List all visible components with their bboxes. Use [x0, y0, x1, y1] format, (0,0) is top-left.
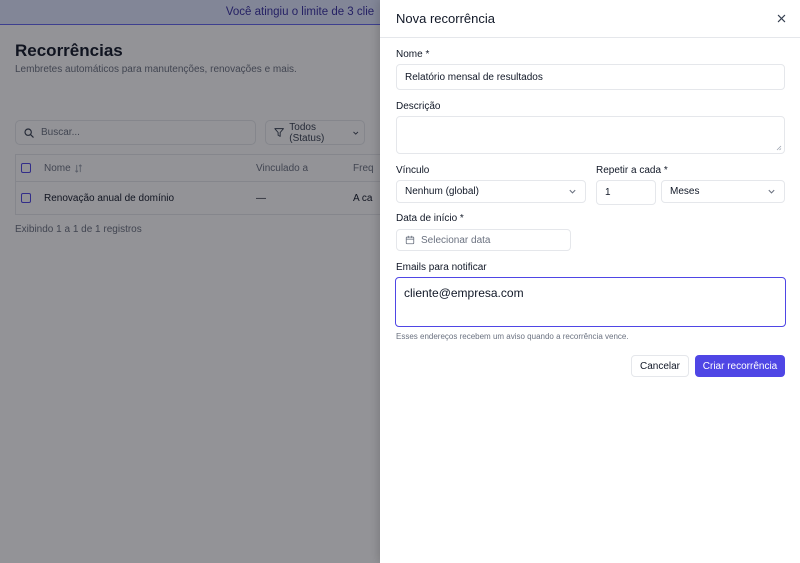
emails-value: cliente@empresa.com: [404, 286, 524, 300]
drawer-header: Nova recorrência: [380, 0, 800, 38]
repeat-label: Repetir a cada *: [596, 165, 668, 176]
name-label: Nome *: [396, 49, 430, 60]
repeat-unit-value: Meses: [670, 186, 700, 197]
create-recurrence-button[interactable]: Criar recorrência: [695, 355, 785, 377]
link-value: Nenhum (global): [405, 186, 479, 197]
link-label: Vínculo: [396, 165, 430, 176]
new-recurrence-drawer: Nova recorrência Nome * Relatório mensal…: [380, 0, 800, 563]
close-icon: [777, 14, 785, 23]
drawer-title: Nova recorrência: [396, 11, 495, 26]
emails-textarea[interactable]: cliente@empresa.com: [395, 277, 786, 327]
name-input[interactable]: Relatório mensal de resultados: [396, 64, 785, 90]
chevron-down-icon: [768, 189, 775, 194]
description-textarea[interactable]: [396, 116, 785, 154]
start-date-placeholder: Selecionar data: [421, 234, 491, 246]
description-label: Descrição: [396, 101, 441, 112]
close-button[interactable]: [774, 12, 788, 26]
repeat-interval-value: 1: [605, 187, 611, 198]
link-select[interactable]: Nenhum (global): [396, 180, 586, 203]
resize-handle-icon[interactable]: [776, 145, 782, 151]
calendar-icon: [405, 235, 415, 245]
emails-hint: Esses endereços recebem um aviso quando …: [396, 332, 629, 341]
name-value: Relatório mensal de resultados: [405, 71, 543, 83]
emails-label: Emails para notificar: [396, 262, 487, 273]
repeat-interval-input[interactable]: 1: [596, 180, 656, 205]
chevron-down-icon: [569, 189, 576, 194]
start-date-label: Data de início *: [396, 213, 464, 224]
repeat-unit-select[interactable]: Meses: [661, 180, 785, 203]
cancel-button[interactable]: Cancelar: [631, 355, 689, 377]
start-date-picker[interactable]: Selecionar data: [396, 229, 571, 251]
